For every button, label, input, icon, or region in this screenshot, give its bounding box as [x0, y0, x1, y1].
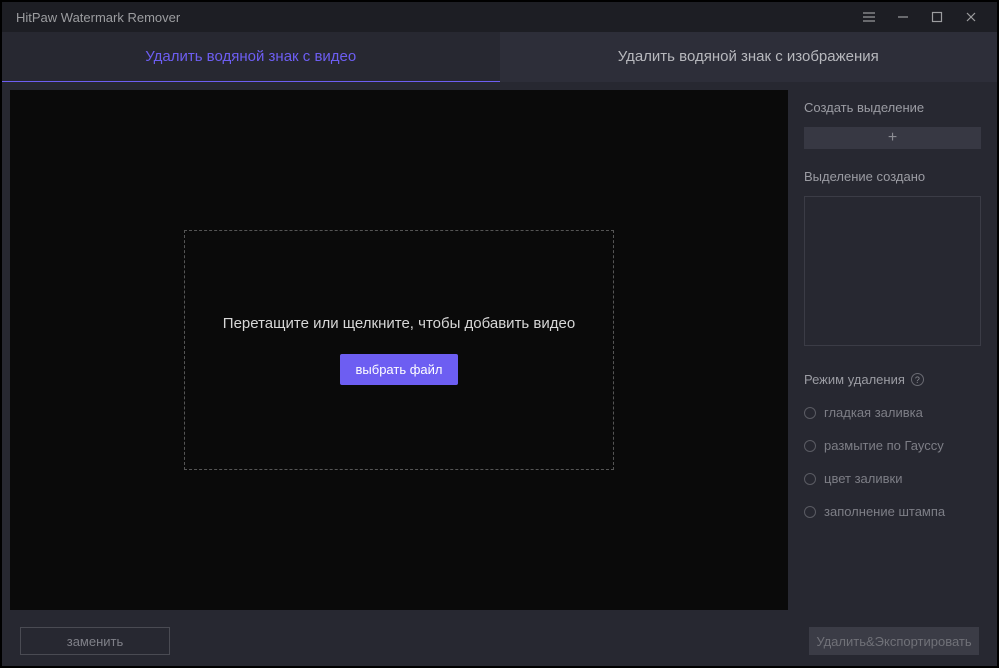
footer-bar: заменить Удалить&Экспортировать — [2, 616, 997, 666]
maximize-icon[interactable] — [921, 3, 953, 31]
removal-mode-label: Режим удаления — [804, 372, 905, 387]
mode-label: размытие по Гауссу — [824, 438, 944, 453]
right-sidebar: Создать выделение + Выделение создано Ре… — [792, 82, 997, 616]
select-file-button[interactable]: выбрать файл — [340, 354, 459, 385]
radio-icon — [804, 473, 816, 485]
mode-smooth-fill[interactable]: гладкая заливка — [804, 401, 981, 424]
drop-hint: Перетащите или щелкните, чтобы добавить … — [223, 315, 575, 332]
app-window: HitPaw Watermark Remover Удалить водяной… — [0, 0, 999, 668]
add-selection-button[interactable]: + — [804, 127, 981, 149]
close-icon[interactable] — [955, 3, 987, 31]
mode-gaussian-blur[interactable]: размытие по Гауссу — [804, 434, 981, 457]
minimize-icon[interactable] — [887, 3, 919, 31]
mode-label: цвет заливки — [824, 471, 902, 486]
tab-video[interactable]: Удалить водяной знак с видео — [2, 32, 500, 82]
mode-stamp-fill[interactable]: заполнение штампа — [804, 500, 981, 523]
window-controls — [853, 3, 987, 31]
tab-image[interactable]: Удалить водяной знак с изображения — [500, 32, 998, 82]
mode-label: заполнение штампа — [824, 504, 945, 519]
replace-button[interactable]: заменить — [20, 627, 170, 655]
removal-mode-title: Режим удаления ? — [804, 372, 981, 387]
title-bar: HitPaw Watermark Remover — [2, 2, 997, 32]
drop-zone[interactable]: Перетащите или щелкните, чтобы добавить … — [184, 230, 614, 470]
app-title: HitPaw Watermark Remover — [16, 10, 180, 25]
radio-icon — [804, 440, 816, 452]
create-selection-label: Создать выделение — [804, 100, 981, 115]
menu-icon[interactable] — [853, 3, 885, 31]
radio-icon — [804, 407, 816, 419]
radio-icon — [804, 506, 816, 518]
selection-list — [804, 196, 981, 346]
mode-color-fill[interactable]: цвет заливки — [804, 467, 981, 490]
plus-icon: + — [888, 130, 897, 146]
main-tabs: Удалить водяной знак с видео Удалить вод… — [2, 32, 997, 82]
content-area: Перетащите или щелкните, чтобы добавить … — [2, 82, 997, 616]
help-icon[interactable]: ? — [911, 373, 924, 386]
export-button[interactable]: Удалить&Экспортировать — [809, 627, 979, 655]
mode-label: гладкая заливка — [824, 405, 923, 420]
main-canvas: Перетащите или щелкните, чтобы добавить … — [10, 90, 788, 610]
selection-created-label: Выделение создано — [804, 169, 981, 184]
